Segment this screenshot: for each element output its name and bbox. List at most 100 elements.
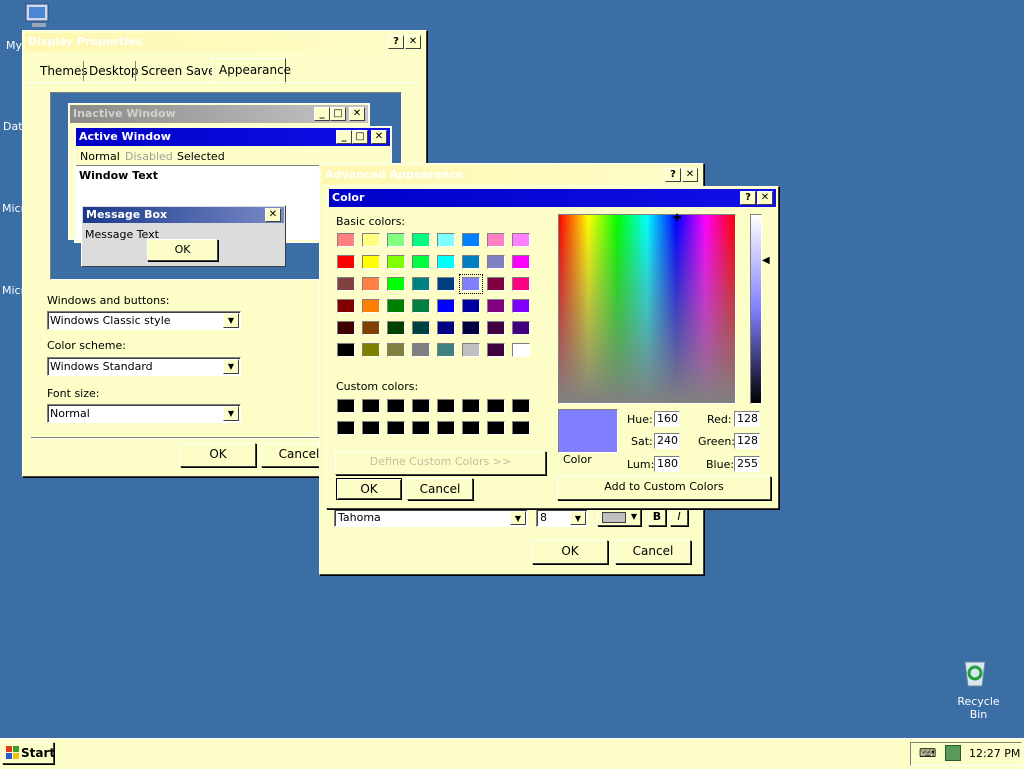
color-ok-button[interactable]: OK xyxy=(336,478,402,500)
color-swatch[interactable] xyxy=(487,421,505,435)
color-swatch[interactable] xyxy=(462,321,480,335)
keyboard-icon[interactable]: ⌨ xyxy=(919,746,936,760)
display-properties-titlebar[interactable]: Display Properties ? ✕ xyxy=(25,33,424,51)
clock[interactable]: 12:27 PM xyxy=(969,747,1020,760)
color-swatch[interactable] xyxy=(337,321,355,335)
color-swatch[interactable] xyxy=(487,299,505,313)
color-swatch[interactable] xyxy=(437,399,455,413)
advanced-cancel-button[interactable]: Cancel xyxy=(615,540,691,564)
color-swatch[interactable] xyxy=(387,277,405,291)
color-swatch[interactable] xyxy=(337,343,355,357)
help-button[interactable]: ? xyxy=(388,35,404,49)
font-color-button[interactable]: ▼ xyxy=(597,508,641,526)
tab-themes[interactable]: Themes xyxy=(40,64,88,78)
color-swatch[interactable] xyxy=(387,399,405,413)
close-button[interactable]: ✕ xyxy=(682,168,698,182)
color-swatch[interactable] xyxy=(462,399,480,413)
color-swatch[interactable] xyxy=(337,399,355,413)
color-swatch[interactable] xyxy=(412,233,430,247)
color-swatch[interactable] xyxy=(462,343,480,357)
bold-button[interactable]: B xyxy=(648,508,666,526)
chevron-down-icon[interactable]: ▼ xyxy=(223,406,239,421)
color-swatch[interactable] xyxy=(459,274,483,294)
color-swatch[interactable] xyxy=(412,399,430,413)
color-swatch[interactable] xyxy=(387,255,405,269)
color-swatch[interactable] xyxy=(362,343,380,357)
color-swatch[interactable] xyxy=(512,255,530,269)
help-button[interactable]: ? xyxy=(665,168,681,182)
lum-field[interactable]: 180 xyxy=(654,456,680,472)
color-swatch[interactable] xyxy=(512,299,530,313)
red-field[interactable]: 128 xyxy=(734,411,760,427)
color-swatch[interactable] xyxy=(487,343,505,357)
color-swatch[interactable] xyxy=(362,299,380,313)
color-swatch[interactable] xyxy=(512,343,530,357)
color-dialog-titlebar[interactable]: Color ? ✕ xyxy=(329,189,776,207)
tab-desktop[interactable]: Desktop xyxy=(89,64,139,78)
tab-screen-saver[interactable]: Screen Saver xyxy=(141,64,220,78)
color-swatch[interactable] xyxy=(412,343,430,357)
color-swatch[interactable] xyxy=(487,321,505,335)
color-swatch[interactable] xyxy=(487,277,505,291)
chevron-down-icon[interactable]: ▼ xyxy=(223,313,239,328)
close-button[interactable]: ✕ xyxy=(757,191,773,205)
color-cancel-button[interactable]: Cancel xyxy=(407,478,473,500)
color-swatch[interactable] xyxy=(362,399,380,413)
color-swatch[interactable] xyxy=(512,321,530,335)
color-swatch[interactable] xyxy=(387,299,405,313)
color-swatch[interactable] xyxy=(487,255,505,269)
color-swatch[interactable] xyxy=(362,421,380,435)
close-button[interactable]: ✕ xyxy=(405,35,421,49)
color-swatch[interactable] xyxy=(437,233,455,247)
color-spectrum[interactable]: ✚ xyxy=(558,214,736,404)
color-swatch[interactable] xyxy=(512,277,530,291)
chevron-down-icon[interactable]: ▼ xyxy=(223,359,239,374)
color-swatch[interactable] xyxy=(487,233,505,247)
color-swatch[interactable] xyxy=(512,233,530,247)
color-swatch[interactable] xyxy=(362,233,380,247)
color-swatch[interactable] xyxy=(462,421,480,435)
color-swatch[interactable] xyxy=(337,233,355,247)
hue-field[interactable]: 160 xyxy=(654,411,680,427)
color-swatch[interactable] xyxy=(412,255,430,269)
color-scheme-select[interactable]: Windows Standard ▼ xyxy=(47,357,241,376)
color-swatch[interactable] xyxy=(462,299,480,313)
desktop-icon-recycle-bin[interactable]: Recycle Bin xyxy=(940,656,1010,721)
help-button[interactable]: ? xyxy=(740,191,756,205)
green-field[interactable]: 128 xyxy=(734,433,760,449)
windows-buttons-select[interactable]: Windows Classic style ▼ xyxy=(47,311,241,330)
sat-field[interactable]: 240 xyxy=(654,433,680,449)
color-swatch[interactable] xyxy=(437,343,455,357)
font-select[interactable]: Tahoma ▼ xyxy=(334,509,528,527)
color-swatch[interactable] xyxy=(462,233,480,247)
color-swatch[interactable] xyxy=(487,399,505,413)
color-swatch[interactable] xyxy=(462,255,480,269)
color-swatch[interactable] xyxy=(387,343,405,357)
chevron-down-icon[interactable]: ▼ xyxy=(510,511,526,525)
color-swatch[interactable] xyxy=(412,277,430,291)
luminance-pointer-icon[interactable]: ◀ xyxy=(762,255,770,266)
color-swatch[interactable] xyxy=(412,421,430,435)
color-swatch[interactable] xyxy=(412,299,430,313)
color-swatch[interactable] xyxy=(512,399,530,413)
color-swatch[interactable] xyxy=(437,299,455,313)
color-swatch[interactable] xyxy=(412,321,430,335)
font-size-select[interactable]: 8 ▼ xyxy=(536,509,588,527)
advanced-ok-button[interactable]: OK xyxy=(532,540,608,564)
color-swatch[interactable] xyxy=(437,277,455,291)
color-swatch[interactable] xyxy=(437,421,455,435)
chevron-down-icon[interactable]: ▼ xyxy=(570,511,586,525)
color-swatch[interactable] xyxy=(337,299,355,313)
color-swatch[interactable] xyxy=(387,233,405,247)
network-icon[interactable] xyxy=(945,745,961,761)
tab-appearance[interactable]: Appearance xyxy=(212,58,291,84)
color-swatch[interactable] xyxy=(337,421,355,435)
start-button[interactable]: Start xyxy=(2,742,55,764)
advanced-titlebar[interactable]: Advanced Appearance ? ✕ xyxy=(322,166,701,184)
color-swatch[interactable] xyxy=(387,321,405,335)
color-swatch[interactable] xyxy=(337,255,355,269)
font-size-select[interactable]: Normal ▼ xyxy=(47,404,241,423)
color-swatch[interactable] xyxy=(362,255,380,269)
color-swatch[interactable] xyxy=(362,321,380,335)
color-swatch[interactable] xyxy=(387,421,405,435)
